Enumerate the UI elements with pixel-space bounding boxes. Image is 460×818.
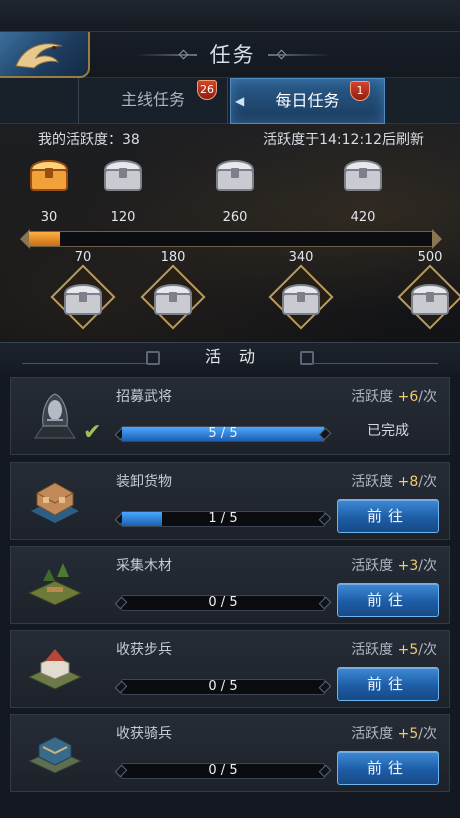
- tab-main-quest[interactable]: 主线任务 26: [78, 78, 228, 124]
- reward-chest-icon[interactable]: [405, 276, 455, 318]
- section-title: 活动: [204, 347, 273, 366]
- go-button[interactable]: 前往: [337, 583, 439, 617]
- daily-quest-count-badge: 1: [350, 81, 370, 101]
- reward-chest-icon[interactable]: [98, 152, 148, 194]
- header: 任务: [0, 0, 460, 78]
- task-name: 收获骑兵: [116, 726, 172, 742]
- go-button[interactable]: 前往: [337, 499, 439, 533]
- completed-check-icon: ✔: [83, 420, 102, 445]
- task-status-completed: 已完成: [367, 423, 409, 439]
- dragon-emblem-icon: [15, 43, 63, 69]
- tab-bar: 主线任务 26 ◀ 每日任务 1: [0, 78, 460, 124]
- cavalry-camp-icon: [23, 723, 87, 785]
- task-row-recruit-general: ✔ 招募武将 活跃度 +6/次 5 / 5 已完成: [10, 377, 450, 455]
- reward-chest-icon[interactable]: [338, 152, 388, 194]
- chest-threshold-label: 180: [160, 250, 186, 265]
- task-progress-text: 0 / 5: [208, 595, 238, 610]
- task-progress-bar: 0 / 5: [114, 679, 332, 695]
- task-reward: 活跃度 +5/次: [351, 726, 437, 742]
- task-progress-bar: 0 / 5: [114, 595, 332, 611]
- task-name: 装卸货物: [116, 474, 172, 490]
- activity-reward-panel: 我的活跃度：38 活跃度于14:12:12后刷新 30 120 260 420 70 1…: [0, 124, 460, 342]
- chest-threshold-label: 260: [222, 210, 248, 225]
- task-row-harvest-infantry: 收获步兵 活跃度 +5/次 0 / 5 前往: [10, 630, 450, 708]
- title-wrap: 任务: [135, 40, 330, 70]
- dragon-emblem-button[interactable]: [0, 32, 90, 78]
- chest-threshold-label: 120: [110, 210, 136, 225]
- task-name: 招募武将: [116, 389, 172, 405]
- helmet-icon: [23, 386, 87, 448]
- task-progress-bar: 0 / 5: [114, 763, 332, 779]
- task-list: ✔ 招募武将 活跃度 +6/次 5 / 5 已完成 装卸货物 活跃度 +8/次 …: [0, 372, 460, 818]
- reward-chest-icon[interactable]: [148, 276, 198, 318]
- chest-threshold-label: 420: [350, 210, 376, 225]
- chest-threshold-label: 30: [40, 210, 58, 225]
- task-reward: 活跃度 +8/次: [351, 474, 437, 490]
- main-quest-count-badge: 26: [197, 80, 217, 100]
- go-button[interactable]: 前往: [337, 667, 439, 701]
- tab-active-arrow-icon: ◀: [235, 94, 245, 108]
- reward-chest-icon[interactable]: [210, 152, 260, 194]
- task-progress-bar: 1 / 5: [114, 511, 332, 527]
- task-progress-text: 5 / 5: [208, 426, 238, 441]
- reward-chest-open-icon[interactable]: [24, 152, 74, 194]
- chest-threshold-label: 500: [417, 250, 443, 265]
- lumber-camp-icon: [23, 555, 87, 617]
- go-button[interactable]: 前往: [337, 751, 439, 785]
- reward-chest-icon[interactable]: [58, 276, 108, 318]
- task-reward: 活跃度 +5/次: [351, 642, 437, 658]
- activity-progress-fill: [29, 232, 60, 246]
- top-strip: [0, 0, 460, 32]
- task-progress-bar: 5 / 5: [114, 426, 332, 442]
- reward-chest-icon[interactable]: [276, 276, 326, 318]
- activity-section-header: 活动: [0, 342, 460, 372]
- task-row-load-cargo: 装卸货物 活跃度 +8/次 1 / 5 前往: [10, 462, 450, 540]
- activity-progress-bar: [20, 229, 434, 249]
- refresh-timer-label: 活跃度于14:12:12后刷新: [263, 132, 424, 148]
- task-row-collect-wood: 采集木材 活跃度 +3/次 0 / 5 前往: [10, 546, 450, 624]
- task-progress-text: 0 / 5: [208, 679, 238, 694]
- chest-threshold-label: 70: [74, 250, 92, 265]
- task-reward: 活跃度 +6/次: [351, 389, 437, 405]
- tab-daily-quest-label: 每日任务: [275, 91, 340, 110]
- task-name: 采集木材: [116, 558, 172, 574]
- chest-threshold-label: 340: [288, 250, 314, 265]
- tab-daily-quest[interactable]: ◀ 每日任务 1: [230, 78, 385, 124]
- tab-main-quest-label: 主线任务: [120, 90, 185, 109]
- task-row-harvest-cavalry: 收获骑兵 活跃度 +5/次 0 / 5 前往: [10, 714, 450, 792]
- warehouse-icon: [23, 471, 87, 533]
- task-progress-text: 0 / 5: [208, 763, 238, 778]
- task-progress-text: 1 / 5: [208, 511, 238, 526]
- my-activity-label: 我的活跃度：38: [38, 132, 140, 148]
- task-reward: 活跃度 +3/次: [351, 558, 437, 574]
- infantry-camp-icon: [23, 639, 87, 701]
- task-name: 收获步兵: [116, 642, 172, 658]
